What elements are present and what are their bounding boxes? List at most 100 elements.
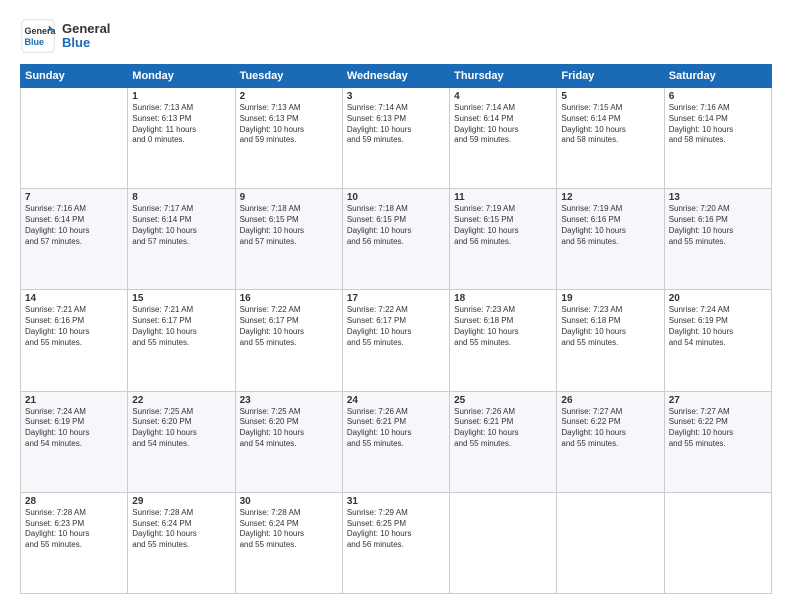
day-cell: 18Sunrise: 7:23 AM Sunset: 6:18 PM Dayli… [450,290,557,391]
day-info: Sunrise: 7:16 AM Sunset: 6:14 PM Dayligh… [25,204,123,247]
day-cell: 1Sunrise: 7:13 AM Sunset: 6:13 PM Daylig… [128,88,235,189]
day-number: 15 [132,293,230,304]
day-info: Sunrise: 7:19 AM Sunset: 6:16 PM Dayligh… [561,204,659,247]
header: General Blue General Blue [20,18,772,54]
day-cell: 26Sunrise: 7:27 AM Sunset: 6:22 PM Dayli… [557,391,664,492]
day-cell: 17Sunrise: 7:22 AM Sunset: 6:17 PM Dayli… [342,290,449,391]
day-info: Sunrise: 7:14 AM Sunset: 6:13 PM Dayligh… [347,103,445,146]
day-number: 14 [25,293,123,304]
day-info: Sunrise: 7:14 AM Sunset: 6:14 PM Dayligh… [454,103,552,146]
day-info: Sunrise: 7:21 AM Sunset: 6:16 PM Dayligh… [25,305,123,348]
column-header-monday: Monday [128,65,235,88]
week-row-4: 21Sunrise: 7:24 AM Sunset: 6:19 PM Dayli… [21,391,772,492]
column-header-sunday: Sunday [21,65,128,88]
week-row-5: 28Sunrise: 7:28 AM Sunset: 6:23 PM Dayli… [21,492,772,593]
day-cell: 28Sunrise: 7:28 AM Sunset: 6:23 PM Dayli… [21,492,128,593]
day-info: Sunrise: 7:27 AM Sunset: 6:22 PM Dayligh… [561,407,659,450]
day-number: 16 [240,293,338,304]
day-number: 18 [454,293,552,304]
day-number: 11 [454,192,552,203]
day-cell: 8Sunrise: 7:17 AM Sunset: 6:14 PM Daylig… [128,189,235,290]
logo: General Blue General Blue [20,18,110,54]
day-cell: 22Sunrise: 7:25 AM Sunset: 6:20 PM Dayli… [128,391,235,492]
day-info: Sunrise: 7:18 AM Sunset: 6:15 PM Dayligh… [347,204,445,247]
day-info: Sunrise: 7:18 AM Sunset: 6:15 PM Dayligh… [240,204,338,247]
day-number: 1 [132,91,230,102]
day-info: Sunrise: 7:15 AM Sunset: 6:14 PM Dayligh… [561,103,659,146]
day-number: 6 [669,91,767,102]
column-header-wednesday: Wednesday [342,65,449,88]
day-cell: 29Sunrise: 7:28 AM Sunset: 6:24 PM Dayli… [128,492,235,593]
day-info: Sunrise: 7:17 AM Sunset: 6:14 PM Dayligh… [132,204,230,247]
day-number: 29 [132,496,230,507]
page: General Blue General Blue SundayMondayTu… [0,0,792,612]
day-number: 7 [25,192,123,203]
day-info: Sunrise: 7:23 AM Sunset: 6:18 PM Dayligh… [454,305,552,348]
day-info: Sunrise: 7:26 AM Sunset: 6:21 PM Dayligh… [454,407,552,450]
day-info: Sunrise: 7:24 AM Sunset: 6:19 PM Dayligh… [25,407,123,450]
day-cell: 4Sunrise: 7:14 AM Sunset: 6:14 PM Daylig… [450,88,557,189]
day-info: Sunrise: 7:28 AM Sunset: 6:23 PM Dayligh… [25,508,123,551]
day-cell: 31Sunrise: 7:29 AM Sunset: 6:25 PM Dayli… [342,492,449,593]
day-info: Sunrise: 7:28 AM Sunset: 6:24 PM Dayligh… [132,508,230,551]
day-info: Sunrise: 7:22 AM Sunset: 6:17 PM Dayligh… [347,305,445,348]
day-number: 22 [132,395,230,406]
day-cell: 3Sunrise: 7:14 AM Sunset: 6:13 PM Daylig… [342,88,449,189]
day-info: Sunrise: 7:19 AM Sunset: 6:15 PM Dayligh… [454,204,552,247]
day-number: 26 [561,395,659,406]
day-info: Sunrise: 7:21 AM Sunset: 6:17 PM Dayligh… [132,305,230,348]
day-info: Sunrise: 7:25 AM Sunset: 6:20 PM Dayligh… [132,407,230,450]
day-info: Sunrise: 7:25 AM Sunset: 6:20 PM Dayligh… [240,407,338,450]
day-cell: 30Sunrise: 7:28 AM Sunset: 6:24 PM Dayli… [235,492,342,593]
day-cell: 16Sunrise: 7:22 AM Sunset: 6:17 PM Dayli… [235,290,342,391]
day-number: 24 [347,395,445,406]
logo-icon: General Blue [20,18,56,54]
day-info: Sunrise: 7:28 AM Sunset: 6:24 PM Dayligh… [240,508,338,551]
day-cell: 2Sunrise: 7:13 AM Sunset: 6:13 PM Daylig… [235,88,342,189]
week-row-2: 7Sunrise: 7:16 AM Sunset: 6:14 PM Daylig… [21,189,772,290]
day-info: Sunrise: 7:27 AM Sunset: 6:22 PM Dayligh… [669,407,767,450]
day-cell: 15Sunrise: 7:21 AM Sunset: 6:17 PM Dayli… [128,290,235,391]
day-number: 25 [454,395,552,406]
day-info: Sunrise: 7:23 AM Sunset: 6:18 PM Dayligh… [561,305,659,348]
day-cell [450,492,557,593]
day-number: 8 [132,192,230,203]
column-header-saturday: Saturday [664,65,771,88]
day-cell: 24Sunrise: 7:26 AM Sunset: 6:21 PM Dayli… [342,391,449,492]
day-info: Sunrise: 7:13 AM Sunset: 6:13 PM Dayligh… [132,103,230,146]
day-number: 20 [669,293,767,304]
column-header-friday: Friday [557,65,664,88]
day-number: 13 [669,192,767,203]
day-cell: 7Sunrise: 7:16 AM Sunset: 6:14 PM Daylig… [21,189,128,290]
day-info: Sunrise: 7:24 AM Sunset: 6:19 PM Dayligh… [669,305,767,348]
day-number: 28 [25,496,123,507]
day-number: 23 [240,395,338,406]
day-number: 17 [347,293,445,304]
day-cell: 27Sunrise: 7:27 AM Sunset: 6:22 PM Dayli… [664,391,771,492]
day-info: Sunrise: 7:29 AM Sunset: 6:25 PM Dayligh… [347,508,445,551]
day-info: Sunrise: 7:26 AM Sunset: 6:21 PM Dayligh… [347,407,445,450]
day-cell: 21Sunrise: 7:24 AM Sunset: 6:19 PM Dayli… [21,391,128,492]
day-number: 12 [561,192,659,203]
day-number: 21 [25,395,123,406]
day-cell: 12Sunrise: 7:19 AM Sunset: 6:16 PM Dayli… [557,189,664,290]
day-number: 3 [347,91,445,102]
day-number: 2 [240,91,338,102]
day-cell: 5Sunrise: 7:15 AM Sunset: 6:14 PM Daylig… [557,88,664,189]
svg-text:Blue: Blue [25,37,45,47]
day-number: 4 [454,91,552,102]
day-number: 19 [561,293,659,304]
day-number: 30 [240,496,338,507]
day-cell: 13Sunrise: 7:20 AM Sunset: 6:16 PM Dayli… [664,189,771,290]
day-cell: 11Sunrise: 7:19 AM Sunset: 6:15 PM Dayli… [450,189,557,290]
day-info: Sunrise: 7:22 AM Sunset: 6:17 PM Dayligh… [240,305,338,348]
day-number: 27 [669,395,767,406]
day-cell: 20Sunrise: 7:24 AM Sunset: 6:19 PM Dayli… [664,290,771,391]
day-info: Sunrise: 7:16 AM Sunset: 6:14 PM Dayligh… [669,103,767,146]
day-info: Sunrise: 7:13 AM Sunset: 6:13 PM Dayligh… [240,103,338,146]
calendar-header-row: SundayMondayTuesdayWednesdayThursdayFrid… [21,65,772,88]
day-info: Sunrise: 7:20 AM Sunset: 6:16 PM Dayligh… [669,204,767,247]
calendar-body: 1Sunrise: 7:13 AM Sunset: 6:13 PM Daylig… [21,88,772,594]
week-row-1: 1Sunrise: 7:13 AM Sunset: 6:13 PM Daylig… [21,88,772,189]
day-cell: 23Sunrise: 7:25 AM Sunset: 6:20 PM Dayli… [235,391,342,492]
